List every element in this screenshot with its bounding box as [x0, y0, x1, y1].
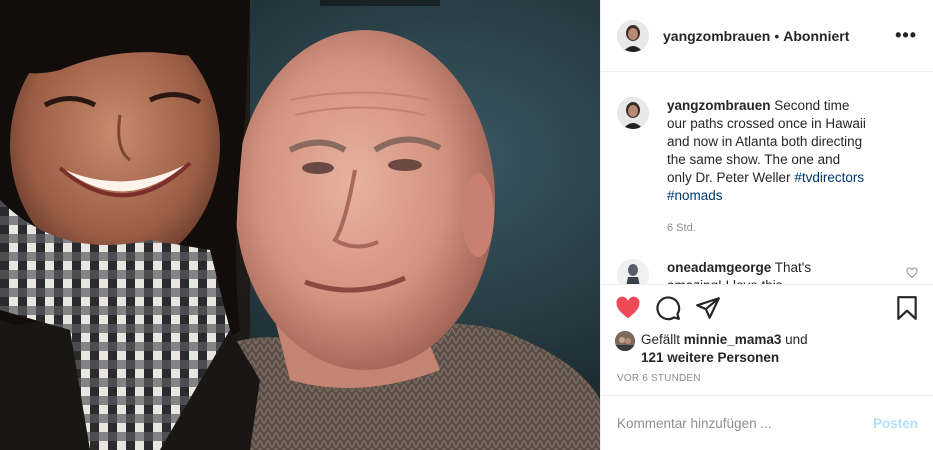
photo-illustration — [0, 0, 600, 450]
first-liker-username[interactable]: minnie_mama3 — [684, 332, 782, 347]
comment-icon[interactable] — [655, 295, 681, 321]
add-comment-bar: Kommentar hinzufügen ... Posten — [601, 395, 933, 450]
likes-others-link[interactable]: 121 weitere Personen — [641, 350, 779, 365]
author-username[interactable]: yangzombrauen — [663, 28, 770, 44]
post-timestamp[interactable]: VOR 6 STUNDEN — [617, 373, 920, 384]
comments-section: yangzombrauen Second time our paths cros… — [601, 73, 933, 284]
share-icon[interactable] — [695, 295, 721, 321]
post-actions: Gefällt minnie_mama3 und 121 weitere Per… — [601, 284, 933, 395]
bookmark-icon[interactable] — [894, 295, 920, 321]
hashtag-link[interactable]: #nomads — [667, 188, 723, 203]
comment-body: oneadamgeorge That's amazing! I love thi… — [667, 259, 867, 284]
likes-text: Gefällt minnie_mama3 und 121 weitere Per… — [641, 331, 808, 367]
commenter-avatar[interactable] — [617, 259, 649, 284]
post-sidebar: yangzombrauen • Abonniert ••• yangzombra… — [600, 0, 933, 450]
post-photo[interactable] — [0, 0, 600, 450]
commenter-username[interactable]: oneadamgeorge — [667, 260, 771, 275]
comment-input[interactable]: Kommentar hinzufügen ... — [617, 416, 772, 431]
caption: yangzombrauen Second time our paths cros… — [617, 97, 918, 237]
action-icons — [615, 295, 920, 321]
caption-time: 6 Std. — [667, 222, 696, 234]
post-header: yangzombrauen • Abonniert ••• — [601, 0, 933, 72]
hashtag-link[interactable]: #tvdirectors — [794, 170, 864, 185]
follow-status-button[interactable]: Abonniert — [783, 28, 849, 44]
caption-avatar[interactable] — [617, 97, 649, 129]
author-avatar[interactable] — [617, 19, 649, 52]
likes-prefix: Gefällt — [641, 332, 681, 347]
comment-like-icon[interactable] — [906, 267, 918, 279]
likes-summary: Gefällt minnie_mama3 und 121 weitere Per… — [615, 331, 920, 367]
comment-item: oneadamgeorge That's amazing! I love thi… — [617, 259, 918, 284]
separator-dot: • — [774, 27, 780, 44]
heart-filled-icon[interactable] — [615, 295, 641, 321]
likes-and: und — [785, 332, 808, 347]
caption-body: yangzombrauen Second time our paths cros… — [667, 97, 867, 237]
more-options-icon[interactable]: ••• — [895, 25, 917, 46]
post-comment-button[interactable]: Posten — [873, 416, 918, 431]
caption-username[interactable]: yangzombrauen — [667, 98, 771, 113]
liker-avatar[interactable] — [615, 331, 635, 351]
